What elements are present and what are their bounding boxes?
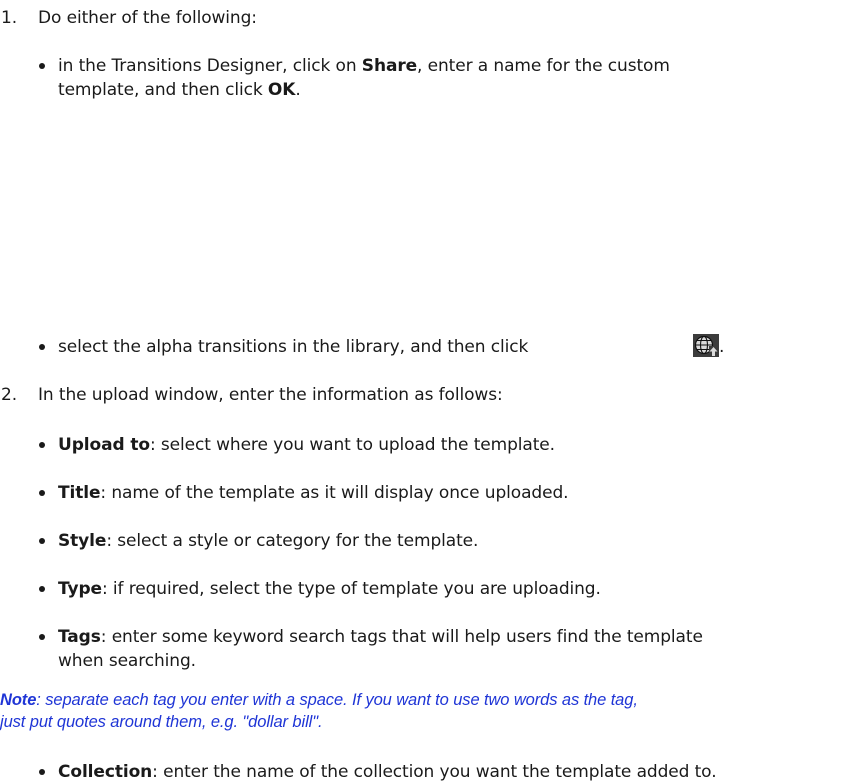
bullet-dot [39,634,45,640]
step-number: 1. [1,8,18,28]
field-desc: : enter some keyword search tags that wi… [100,627,703,647]
ok-label: OK [267,80,296,100]
note-label: Note [0,691,37,709]
share-label: Share [361,56,418,76]
bullet-dot [39,538,45,544]
bullet-dot [39,490,45,496]
bullet-dot [39,769,45,775]
bullet-dot [39,442,45,448]
field-desc: : name of the template as it will displa… [100,483,569,503]
bullet-dot [39,344,45,350]
field-term: Style [58,531,107,551]
field-desc-line-2: when searching. [58,651,196,671]
step-text: In the upload window, enter the informat… [38,385,503,405]
field-term: Type [58,579,102,599]
note-line-1: : separate each tag you enter with a spa… [36,691,638,709]
globe-upload-icon[interactable] [693,334,719,357]
field-term: Title [58,483,101,503]
note-callout: Note: separate each tag you enter with a… [0,689,638,711]
step-number: 2. [1,385,18,405]
bullet-dot [39,63,45,69]
field-term: Tags [58,627,101,647]
option-text: select the alpha transitions in the libr… [58,337,529,357]
field-term: Collection [58,762,153,782]
note-line-2: just put quotes around them, e.g. "dolla… [0,713,323,731]
field-desc: : select a style or category for the tem… [106,531,479,551]
bullet-dot [39,586,45,592]
field-desc: : enter the name of the collection you w… [152,762,717,782]
option-period: . [719,337,725,357]
option-line-2: template, and then click OK. [58,80,301,100]
step-text: Do either of the following: [38,8,257,28]
field-desc: : if required, select the type of templa… [101,579,601,599]
option-line-1: in the Transitions Designer, click on Sh… [58,56,670,76]
field-term: Upload to [58,435,150,455]
field-desc: : select where you want to upload the te… [149,435,555,455]
